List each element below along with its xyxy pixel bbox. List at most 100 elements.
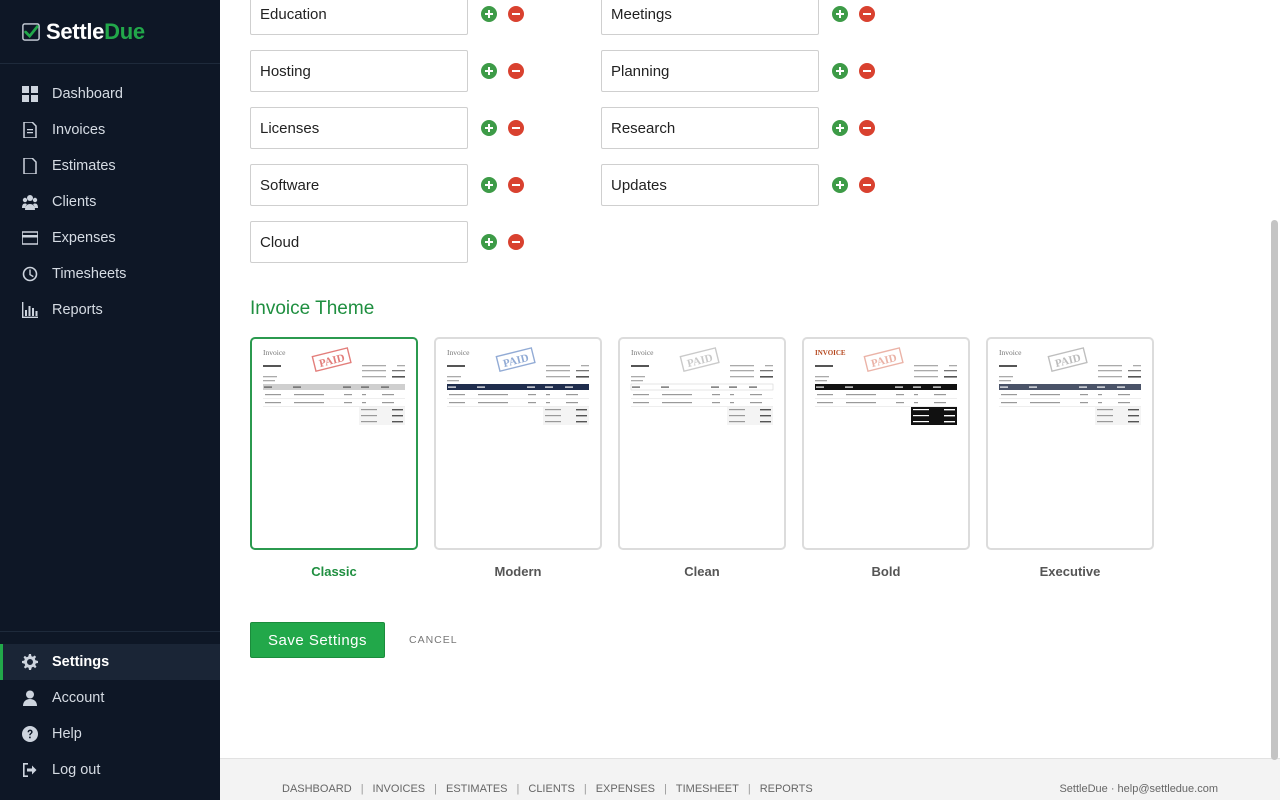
theme-label: Clean — [684, 564, 720, 579]
invoice-theme-title: Invoice Theme — [250, 298, 375, 319]
theme-card[interactable]: Invoice PAID — [986, 337, 1154, 550]
gear-icon — [22, 654, 38, 670]
nav-item-account[interactable]: Account — [0, 680, 220, 716]
nav-item-settings[interactable]: Settings — [0, 644, 220, 680]
category-input[interactable] — [601, 164, 819, 206]
theme-picker: Invoice PAID Classic Invoice PAID Modern Invoi… — [250, 337, 1170, 579]
nav-item-label: Settings — [52, 654, 110, 670]
add-category-icon[interactable] — [481, 234, 497, 250]
theme-option-bold[interactable]: INVOICE PAID Bold — [802, 337, 970, 579]
nav-item-estimates[interactable]: Estimates — [0, 148, 220, 184]
secondary-nav: Settings Account Help Log out — [0, 644, 220, 788]
category-input[interactable] — [250, 0, 468, 35]
footer-separator: | — [747, 783, 751, 795]
footer-link-invoices[interactable]: INVOICES — [373, 783, 426, 795]
theme-label: Classic — [311, 564, 357, 579]
theme-card[interactable]: INVOICE PAID — [802, 337, 970, 550]
nav-item-label: Estimates — [52, 158, 116, 174]
settings-content: Invoice Theme InvoicePAIDClassicInvoiceP… — [220, 0, 1280, 800]
nav-item-label: Dashboard — [52, 86, 123, 102]
svg-text:Invoice: Invoice — [447, 348, 470, 357]
theme-label: Executive — [1039, 564, 1101, 579]
footer-link-clients[interactable]: CLIENTS — [528, 783, 574, 795]
clock-icon — [22, 266, 38, 282]
footer-contact: SettleDue · help@settledue.com — [1059, 783, 1218, 795]
form-actions: Save Settings CANCEL — [250, 622, 458, 658]
invoice-preview: Invoice PAID — [263, 347, 405, 425]
category-row — [601, 0, 875, 35]
category-input[interactable] — [250, 50, 468, 92]
theme-option-classic[interactable]: Invoice PAID Classic — [250, 337, 418, 579]
svg-text:Invoice: Invoice — [263, 348, 286, 357]
nav-item-label: Timesheets — [52, 266, 127, 282]
remove-category-icon[interactable] — [859, 63, 875, 79]
category-row — [250, 50, 524, 92]
nav-item-label: Expenses — [52, 230, 116, 246]
category-row — [250, 221, 524, 263]
nav-item-timesheets[interactable]: Timesheets — [0, 256, 220, 292]
category-row — [250, 107, 524, 149]
footer-link-dashboard[interactable]: DASHBOARD — [282, 783, 352, 795]
nav-item-label: Invoices — [52, 122, 106, 138]
theme-option-modern[interactable]: Invoice PAID Modern — [434, 337, 602, 579]
add-category-icon[interactable] — [832, 177, 848, 193]
footer-separator: | — [664, 783, 667, 795]
scrollbar[interactable] — [1271, 220, 1278, 760]
footer-link-expenses[interactable]: EXPENSES — [596, 783, 655, 795]
nav-item-help[interactable]: Help — [0, 716, 220, 752]
add-category-icon[interactable] — [832, 63, 848, 79]
add-category-icon[interactable] — [481, 6, 497, 22]
estimate-icon — [22, 158, 38, 174]
nav-item-invoices[interactable]: Invoices — [0, 112, 220, 148]
nav-item-label: Clients — [52, 194, 97, 210]
theme-card[interactable]: Invoice PAID — [434, 337, 602, 550]
category-input[interactable] — [250, 164, 468, 206]
footer-link-reports[interactable]: REPORTS — [760, 783, 813, 795]
checkmark-icon — [22, 22, 40, 41]
theme-option-executive[interactable]: Invoice PAID Executive — [986, 337, 1154, 579]
category-input[interactable] — [250, 221, 468, 263]
remove-category-icon[interactable] — [508, 63, 524, 79]
remove-category-icon[interactable] — [859, 120, 875, 136]
question-icon — [22, 726, 38, 742]
nav-item-clients[interactable]: Clients — [0, 184, 220, 220]
nav-item-expenses[interactable]: Expenses — [0, 220, 220, 256]
nav-item-dashboard[interactable]: Dashboard — [0, 76, 220, 112]
footer-separator: | — [360, 783, 364, 795]
theme-card[interactable]: Invoice PAID — [618, 337, 786, 550]
category-input[interactable] — [601, 107, 819, 149]
footer-link-timesheet[interactable]: TIMESHEET — [676, 783, 739, 795]
invoice-preview: INVOICE PAID — [815, 347, 957, 425]
add-category-icon[interactable] — [481, 177, 497, 193]
theme-card[interactable]: Invoice PAID — [250, 337, 418, 550]
theme-label: Modern — [494, 564, 542, 579]
invoice-preview: Invoice PAID — [630, 347, 774, 425]
category-input[interactable] — [601, 0, 819, 35]
category-input[interactable] — [601, 50, 819, 92]
save-settings-button[interactable]: Save Settings — [250, 622, 385, 658]
brand-logo[interactable]: SettleDue — [0, 0, 220, 64]
nav-item-reports[interactable]: Reports — [0, 292, 220, 328]
add-category-icon[interactable] — [481, 63, 497, 79]
remove-category-icon[interactable] — [508, 6, 524, 22]
theme-option-clean[interactable]: Invoice PAID Clean — [618, 337, 786, 579]
svg-text:Invoice: Invoice — [631, 348, 654, 357]
add-category-icon[interactable] — [832, 6, 848, 22]
add-category-icon[interactable] — [481, 120, 497, 136]
remove-category-icon[interactable] — [508, 177, 524, 193]
nav-item-label: Help — [52, 726, 82, 742]
nav-item-label: Account — [52, 690, 105, 706]
remove-category-icon[interactable] — [859, 6, 875, 22]
nav-item-log-out[interactable]: Log out — [0, 752, 220, 788]
remove-category-icon[interactable] — [859, 177, 875, 193]
category-input[interactable] — [250, 107, 468, 149]
remove-category-icon[interactable] — [508, 120, 524, 136]
remove-category-icon[interactable] — [508, 234, 524, 250]
cancel-link[interactable]: CANCEL — [409, 634, 458, 646]
logout-icon — [22, 762, 38, 778]
theme-label: Bold — [871, 564, 901, 579]
footer-separator: | — [583, 783, 587, 795]
footer-link-estimates[interactable]: ESTIMATES — [446, 783, 508, 795]
category-row — [250, 0, 524, 35]
add-category-icon[interactable] — [832, 120, 848, 136]
